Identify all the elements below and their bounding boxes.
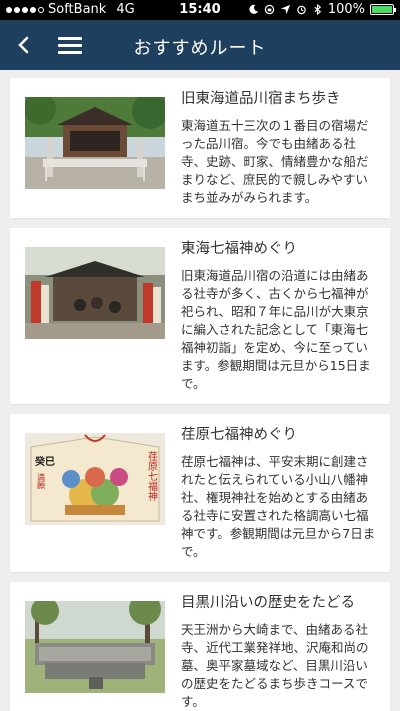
alarm-icon [297, 5, 306, 15]
route-description: 天王洲から大崎まで、由緒ある社寺、近代工業発祥地、沢庵和尚の墓、奥平家墓域など、… [181, 622, 369, 709]
status-bar: SoftBank 4G 15:40 100% [0, 0, 400, 20]
route-thumbnail-stone-well [25, 601, 165, 693]
bluetooth-icon [314, 4, 321, 15]
page-title: おすすめルート [133, 38, 267, 59]
navigation-bar: おすすめルート [0, 20, 400, 70]
route-title: 目黒川沿いの歴史をたどる [181, 595, 355, 611]
route-title: 旧東海道品川宿まち歩き [181, 91, 341, 107]
route-thumbnail-ema-plaque: 荏原七福神 癸巳 満願 [25, 433, 165, 525]
route-title: 東海七福神めぐり [181, 241, 297, 257]
rotation-lock-icon [264, 4, 275, 15]
route-description: 東海道五十三次の１番目の宿場だった品川宿。今でも由緒ある社寺、史跡、町家、情緒豊… [181, 118, 369, 205]
route-title: 荏原七福神めぐり [181, 427, 297, 443]
route-card[interactable]: 東海七福神めぐり 旧東海道品川宿の沿道には由緒ある社寺が多く、古くから七福神が祀… [10, 228, 390, 404]
ema-text-1: 荏原七福神 [146, 451, 158, 502]
ema-text-2: 癸巳 [34, 455, 55, 468]
battery-icon [370, 4, 396, 15]
route-card[interactable]: 旧東海道品川宿まち歩き 東海道五十三次の１番目の宿場だった品川宿。今でも由緒ある… [10, 78, 390, 218]
route-thumbnail-shrine-gate [25, 97, 165, 189]
route-description: 荏原七福神は、平安末期に創建されたと伝えられている小山八幡神社、権現神社を始めと… [181, 454, 376, 559]
route-thumbnail-festival-shrine [25, 247, 165, 339]
battery-fill [372, 6, 392, 13]
ema-text-3: 満願 [37, 473, 46, 490]
ema-plaque-image: 荏原七福神 癸巳 満願 [25, 433, 165, 525]
route-list: 旧東海道品川宿まち歩き 東海道五十三次の１番目の宿場だった品川宿。今でも由緒ある… [0, 70, 400, 711]
route-card[interactable]: 荏原七福神 癸巳 満願 荏原七福神めぐり 荏原七福神は、平安末期に創建されたと伝… [10, 414, 390, 572]
status-right: 100% [248, 2, 396, 17]
route-card[interactable]: 目黒川沿いの歴史をたどる 天王洲から大崎まで、由緒ある社寺、近代工業発祥地、沢庵… [10, 582, 390, 711]
route-description: 旧東海道品川宿の沿道には由緒ある社寺が多く、古くから七福神が祀られ、昭和７年に品… [181, 268, 371, 391]
moon-icon [249, 4, 258, 14]
battery-label: 100% [327, 2, 365, 17]
location-icon [280, 4, 290, 15]
